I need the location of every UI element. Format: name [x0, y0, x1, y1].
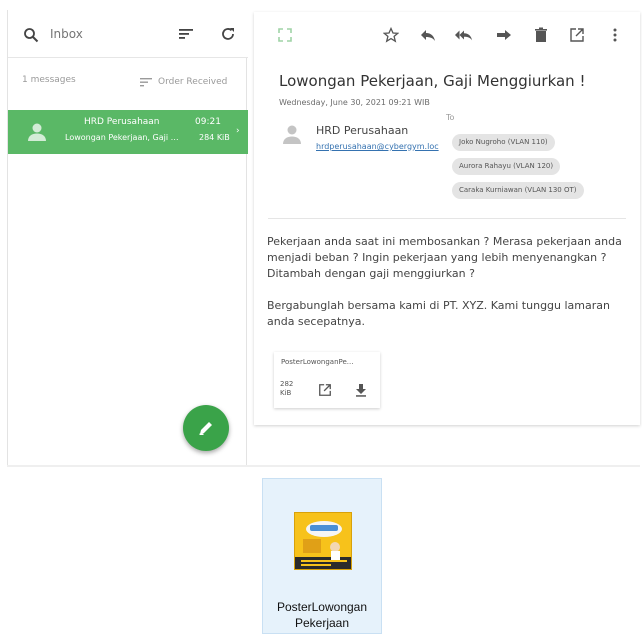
list-header: 1 messages Order Received: [8, 68, 248, 96]
star-button[interactable]: [382, 26, 400, 44]
refresh-icon[interactable]: [220, 26, 236, 42]
open-new-window-button[interactable]: [568, 26, 586, 44]
poster-thumbnail: [294, 512, 352, 570]
message-list-pane: 1 messages Order Received HRD Perusahaan…: [7, 10, 248, 465]
to-label: To: [446, 113, 455, 122]
expand-button[interactable]: [276, 26, 294, 44]
compose-button[interactable]: [183, 405, 229, 451]
chevron-right-icon: ›: [236, 126, 240, 136]
open-external-icon[interactable]: [318, 383, 332, 397]
file-label-line: PosterLowongan: [276, 600, 368, 614]
attachment-size: 282 KiB: [280, 380, 294, 397]
sender-name: HRD Perusahaan: [316, 124, 409, 137]
reply-button[interactable]: [419, 26, 437, 44]
reply-all-button[interactable]: [455, 26, 473, 44]
reply-all-icon: [455, 30, 473, 41]
row-sender: HRD Perusahaan: [84, 117, 160, 127]
pencil-icon: [199, 422, 212, 435]
forward-icon: [497, 30, 511, 40]
order-label: Order Received: [158, 77, 228, 87]
download-icon[interactable]: [355, 383, 367, 397]
file-label-line: Pekerjaan: [294, 616, 350, 630]
star-icon: [383, 27, 399, 43]
message-view-pane: Lowongan Pekerjaan, Gaji Menggiurkan ! W…: [254, 12, 640, 425]
search-input[interactable]: [50, 24, 160, 44]
attachment-name: PosterLowonganPe...: [281, 358, 354, 366]
trash-icon: [535, 27, 547, 42]
sort-icon: [140, 78, 152, 87]
row-size: 284 KiB: [199, 133, 230, 142]
message-date: Wednesday, June 30, 2021 09:21 WIB: [279, 98, 430, 107]
message-body-paragraph: Pekerjaan anda saat ini membosankan ? Me…: [267, 235, 622, 280]
sort-icon[interactable]: [178, 27, 194, 41]
list-item[interactable]: HRD Perusahaan 09:21 Lowongan Pekerjaan,…: [8, 110, 248, 154]
sender-avatar-icon: [283, 125, 301, 144]
open-external-icon: [570, 28, 584, 42]
header-divider: [268, 218, 626, 219]
message-subject: Lowongan Pekerjaan, Gaji Menggiurkan !: [279, 72, 586, 90]
delete-button[interactable]: [532, 26, 550, 44]
search-icon[interactable]: [23, 27, 39, 43]
recipient-chip[interactable]: Aurora Rahayu (VLAN 120): [452, 158, 561, 175]
row-time: 09:21: [195, 117, 221, 127]
more-vertical-icon: [613, 28, 617, 42]
row-subject: Lowongan Pekerjaan, Gaji M...: [65, 133, 185, 142]
recipient-chip[interactable]: Caraka Kurniawan (VLAN 130 OT): [452, 182, 584, 199]
message-body-paragraph: Bergabunglah bersama kami di PT. XYZ. Ka…: [267, 299, 610, 328]
file-label: PosterLowongan Pekerjaan: [267, 599, 377, 631]
recipient-chip[interactable]: Joko Nugroho (VLAN 110): [452, 134, 555, 151]
sender-email-link[interactable]: hrdperusahaan@cybergym.loc: [316, 142, 439, 151]
reply-icon: [421, 30, 435, 41]
message-toolbar: [254, 12, 640, 56]
attachment-card[interactable]: PosterLowonganPe... 282 KiB: [274, 352, 380, 408]
message-count: 1 messages: [22, 75, 76, 85]
order-received-button[interactable]: Order Received: [140, 73, 227, 91]
avatar-icon: [28, 123, 46, 141]
search-bar: [8, 10, 248, 58]
window-bottom-edge: [7, 465, 640, 467]
fullscreen-icon: [278, 28, 292, 42]
forward-button[interactable]: [495, 26, 513, 44]
poster-image-icon: [295, 513, 351, 569]
more-button[interactable]: [606, 26, 624, 44]
desktop-file-poster[interactable]: PosterLowongan Pekerjaan: [262, 478, 382, 634]
